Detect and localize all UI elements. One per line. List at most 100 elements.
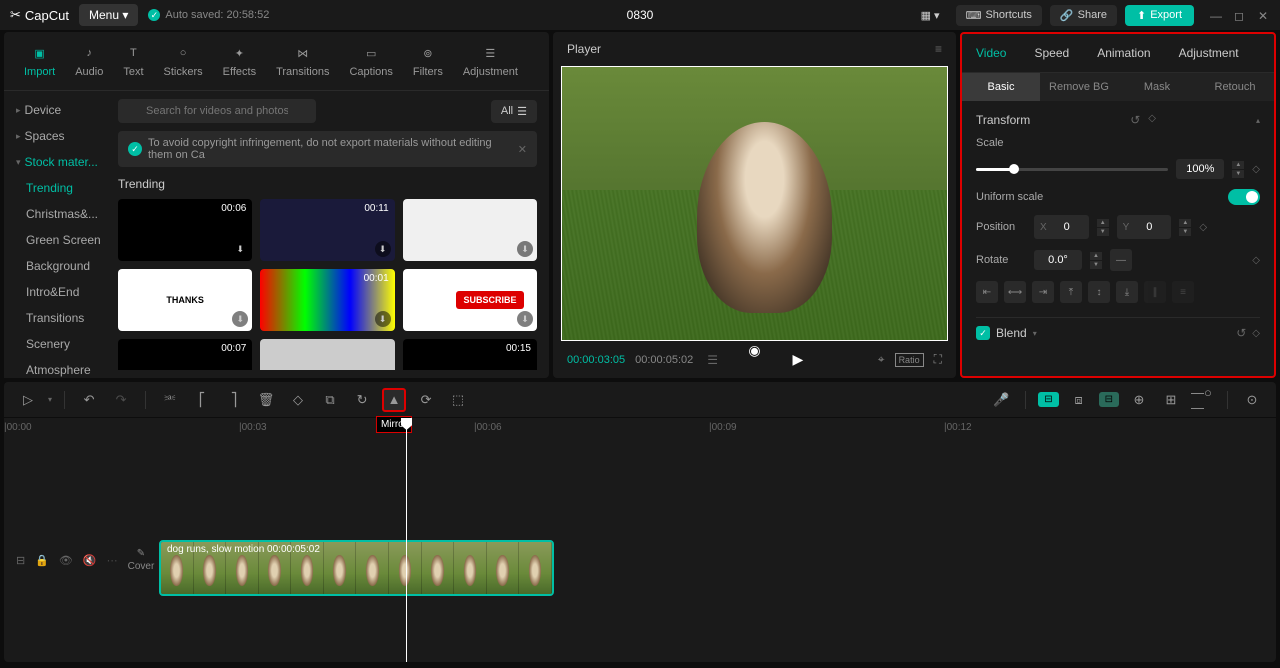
- crop-button[interactable]: ⬚: [446, 388, 470, 412]
- tool-tab-text[interactable]: TText: [113, 40, 153, 82]
- link-button[interactable]: ⧈: [1067, 388, 1091, 412]
- fit-button[interactable]: ⊙: [1240, 388, 1264, 412]
- sub-tab-mask[interactable]: Mask: [1118, 73, 1196, 101]
- delete-button[interactable]: 🗑: [254, 388, 278, 412]
- scale-slider[interactable]: [976, 168, 1168, 171]
- sidebar-item-transitions[interactable]: Transitions: [4, 305, 106, 331]
- track-visible-icon[interactable]: 👁: [59, 554, 73, 567]
- rotate-flip-icon[interactable]: —: [1110, 249, 1132, 271]
- undo-button[interactable]: ↶: [77, 388, 101, 412]
- cover-button[interactable]: ✎Cover: [128, 548, 155, 572]
- rotate-input[interactable]: [1034, 250, 1082, 270]
- tool-tab-captions[interactable]: ▭Captions: [339, 40, 402, 82]
- sub-tab-basic[interactable]: Basic: [962, 73, 1040, 101]
- player-viewport[interactable]: ◉: [561, 66, 948, 341]
- media-item[interactable]: 00:11⬇: [260, 199, 394, 261]
- download-icon[interactable]: ⬇: [517, 241, 533, 257]
- mirror-button[interactable]: ▲: [382, 388, 406, 412]
- copy-button[interactable]: ⧉: [318, 388, 342, 412]
- filter-button[interactable]: All ☰: [491, 100, 537, 123]
- position-y-input[interactable]: [1133, 217, 1165, 237]
- minimize-button[interactable]: —: [1210, 9, 1222, 21]
- download-icon[interactable]: ⬇: [375, 311, 391, 327]
- close-notice-icon[interactable]: ✕: [518, 143, 527, 156]
- media-item[interactable]: ⬇: [260, 339, 394, 370]
- media-item[interactable]: 00:01⬇: [260, 269, 394, 331]
- align-bottom[interactable]: ⤓: [1116, 281, 1138, 303]
- align-hcenter[interactable]: ⟷: [1004, 281, 1026, 303]
- select-tool[interactable]: ▷: [16, 388, 40, 412]
- ratio-button[interactable]: Ratio: [895, 353, 924, 367]
- tool-tab-transitions[interactable]: ⋈Transitions: [266, 40, 339, 82]
- sub-tab-retouch[interactable]: Retouch: [1196, 73, 1274, 101]
- sidebar-item-background[interactable]: Background: [4, 253, 106, 279]
- media-item[interactable]: SUBSCRIBE⬇: [403, 269, 537, 331]
- track-mute-icon[interactable]: 🔇: [83, 554, 97, 567]
- sub-tab-remove-bg[interactable]: Remove BG: [1040, 73, 1118, 101]
- playhead-handle-icon[interactable]: ◉: [748, 342, 760, 359]
- align-right[interactable]: ⇥: [1032, 281, 1054, 303]
- sidebar-item-atmosphere[interactable]: Atmosphere: [4, 357, 106, 378]
- media-item[interactable]: ⬇: [403, 199, 537, 261]
- prop-tab-animation[interactable]: Animation: [1083, 34, 1164, 72]
- sidebar-item-scenery[interactable]: Scenery: [4, 331, 106, 357]
- preview-toggle[interactable]: ⊟: [1099, 392, 1119, 407]
- tool-tab-filters[interactable]: ⊚Filters: [403, 40, 453, 82]
- blend-keyframe-icon[interactable]: ◇: [1252, 328, 1260, 339]
- sidebar-item-intro-end[interactable]: Intro&End: [4, 279, 106, 305]
- prop-tab-video[interactable]: Video: [962, 34, 1020, 72]
- scale-down[interactable]: ▼: [1232, 170, 1244, 178]
- track-collapse-icon[interactable]: ⊟: [16, 554, 25, 567]
- timeline-tracks[interactable]: dog runs, slow motion 00:00:05:02: [154, 440, 1276, 662]
- sidebar-item-trending[interactable]: Trending: [4, 175, 106, 201]
- reset-transform-icon[interactable]: ↺: [1130, 113, 1140, 127]
- layout-button[interactable]: ▦ ▾: [913, 5, 948, 26]
- playhead[interactable]: [406, 418, 407, 662]
- tool-tab-stickers[interactable]: ○Stickers: [154, 40, 213, 82]
- fullscreen-icon[interactable]: ⛶: [934, 352, 942, 367]
- uniform-toggle[interactable]: [1228, 189, 1260, 205]
- timeline-ruler[interactable]: |00:00|00:03|00:06|00:09|00:12: [4, 418, 1276, 440]
- rotate-button[interactable]: ⟳: [414, 388, 438, 412]
- position-keyframe-icon[interactable]: ◇: [1199, 222, 1207, 233]
- blend-toggle[interactable]: ✓: [976, 326, 990, 340]
- mark-button[interactable]: ◇: [286, 388, 310, 412]
- sidebar-item-stock-mater-[interactable]: Stock mater...: [4, 149, 106, 175]
- tool-tab-import[interactable]: ▣Import: [14, 40, 65, 82]
- focus-icon[interactable]: ⌖: [878, 352, 885, 367]
- player-menu-icon[interactable]: ≡: [935, 42, 942, 56]
- scale-keyframe-icon[interactable]: ◇: [1252, 164, 1260, 175]
- sidebar-item-spaces[interactable]: Spaces: [4, 123, 106, 149]
- keyframe-transform-icon[interactable]: ◇: [1148, 113, 1156, 127]
- reset-blend-icon[interactable]: ↺: [1236, 326, 1246, 340]
- export-button[interactable]: ⬆ Export: [1125, 5, 1194, 26]
- scale-up[interactable]: ▲: [1232, 161, 1244, 169]
- sidebar-item-christmas-[interactable]: Christmas&...: [4, 201, 106, 227]
- split-right[interactable]: ⎤: [222, 388, 246, 412]
- reverse-button[interactable]: ↻: [350, 388, 374, 412]
- sidebar-item-device[interactable]: Device: [4, 97, 106, 123]
- download-icon[interactable]: ⬇: [517, 311, 533, 327]
- split-button[interactable]: ⎃: [158, 388, 182, 412]
- play-button[interactable]: ▶: [793, 351, 804, 368]
- shortcuts-button[interactable]: ⌨ Shortcuts: [956, 5, 1042, 26]
- share-button[interactable]: 🔗 Share: [1050, 5, 1117, 26]
- mic-button[interactable]: 🎤: [989, 388, 1013, 412]
- quality-icon[interactable]: ☰: [707, 353, 718, 367]
- prop-tab-speed[interactable]: Speed: [1020, 34, 1083, 72]
- media-item[interactable]: 00:06⬇: [118, 199, 252, 261]
- snap-toggle[interactable]: ⊟: [1038, 392, 1058, 407]
- align-top[interactable]: ⤒: [1060, 281, 1082, 303]
- track-lock-icon[interactable]: 🔒: [35, 554, 49, 567]
- tool-tab-audio[interactable]: ♪Audio: [65, 40, 113, 82]
- close-button[interactable]: ✕: [1258, 9, 1270, 21]
- tool-tab-effects[interactable]: ✦Effects: [213, 40, 266, 82]
- scale-input[interactable]: [1176, 159, 1224, 179]
- position-x-input[interactable]: [1051, 217, 1083, 237]
- video-clip[interactable]: dog runs, slow motion 00:00:05:02: [159, 540, 554, 596]
- download-icon[interactable]: ⬇: [375, 241, 391, 257]
- prop-tab-adjustment[interactable]: Adjustment: [1165, 34, 1253, 72]
- maximize-button[interactable]: ◻: [1234, 9, 1246, 21]
- search-input[interactable]: [118, 99, 316, 123]
- tool-tab-adjustment[interactable]: ☰Adjustment: [453, 40, 528, 82]
